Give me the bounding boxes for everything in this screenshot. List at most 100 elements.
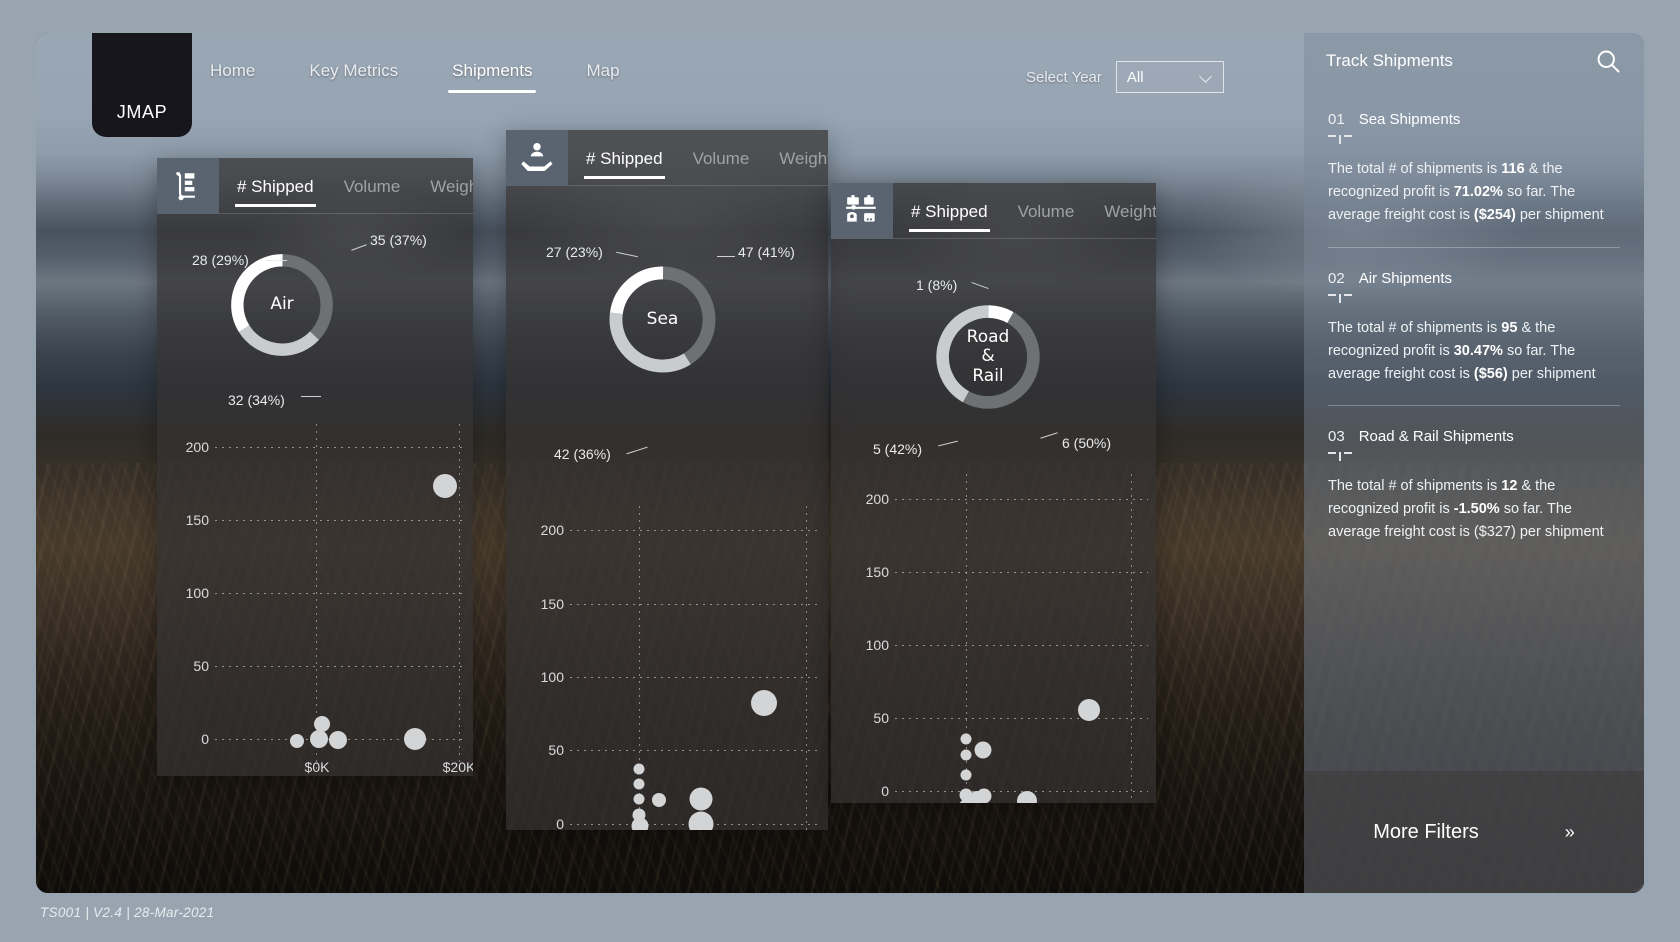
plot-sea-point[interactable]	[751, 690, 777, 716]
avg-freight-cost: ($254)	[1473, 206, 1516, 223]
plot-road-rail[interactable]: 200 150 100 50 0	[831, 439, 1156, 803]
card-road-rail-tab-volume[interactable]: Volume	[1016, 186, 1077, 236]
list-item[interactable]: 01 Sea Shipments The total # of shipment…	[1328, 89, 1620, 248]
donut-road-rail-leader-1	[971, 281, 989, 290]
plot-air-ytick-150: 150	[185, 512, 209, 528]
plot-sea-ytick-100: 100	[540, 669, 564, 685]
shipment-summary-heading: 03 Road & Rail Shipments	[1328, 428, 1620, 445]
card-sea-tab-shipped[interactable]: # Shipped	[584, 133, 665, 183]
plot-sea-point[interactable]	[633, 763, 645, 775]
plot-air-gridline	[215, 447, 465, 448]
card-air-tab-shipped[interactable]: # Shipped	[235, 161, 316, 211]
plot-air-point[interactable]	[310, 730, 328, 748]
plot-sea-gridline-v	[806, 506, 807, 830]
card-road-rail-header-divider	[893, 238, 1156, 239]
donut-air-leader-3	[301, 396, 321, 397]
year-select[interactable]: All	[1115, 61, 1224, 93]
shipment-summary-text: The total # of shipments is 116 & the re…	[1328, 161, 1604, 223]
shipment-count: 12	[1501, 478, 1518, 495]
shipment-count: 116	[1501, 161, 1525, 177]
plot-road-rail-ytick-100: 100	[865, 637, 889, 653]
plot-air-ytick-100: 100	[185, 585, 209, 601]
top-navigation: Home Key Metrics Shipments Map	[206, 55, 624, 93]
nav-item-map[interactable]: Map	[582, 55, 623, 93]
plot-sea-point[interactable]	[652, 793, 666, 807]
donut-sea-leader-1	[717, 256, 735, 257]
donut-air-leader-2	[265, 260, 287, 261]
shipment-summary-text: The total # of shipments is 95 & the rec…	[1328, 319, 1596, 382]
shipment-summary-heading: 02 Air Shipments	[1328, 270, 1620, 287]
app-logo[interactable]: JMAP	[92, 33, 192, 137]
plot-air-gridline	[215, 593, 465, 594]
profit-percent: -1.50%	[1453, 501, 1500, 518]
plot-air-point[interactable]	[290, 734, 304, 748]
plot-sea-point[interactable]	[633, 793, 645, 805]
donut-sea[interactable]: Sea	[601, 258, 724, 381]
card-air-tabs: # Shipped Volume Weight	[219, 158, 473, 214]
card-air-tab-weight[interactable]: Weight	[428, 161, 473, 211]
plot-air-xtick-20k: $20K	[442, 759, 473, 775]
plot-road-rail-gridline	[895, 572, 1148, 573]
plot-road-rail-point[interactable]	[1078, 699, 1100, 721]
list-item[interactable]: 03 Road & Rail Shipments The total # of …	[1328, 406, 1620, 544]
card-road-rail-tab-shipped[interactable]: # Shipped	[909, 186, 990, 236]
shipment-summary-number: 02	[1328, 269, 1345, 287]
plot-air-point[interactable]	[404, 728, 426, 750]
card-road-rail-tabs: # Shipped Volume Weight	[893, 183, 1156, 239]
year-filter-label: Select Year	[1026, 68, 1102, 86]
plot-sea-point[interactable]	[688, 811, 714, 830]
shipment-summary-list: 01 Sea Shipments The total # of shipment…	[1304, 89, 1644, 773]
plot-road-rail-ytick-150: 150	[865, 564, 889, 580]
footer-version: TS001 | V2.4 | 28-Mar-2021	[40, 905, 215, 920]
card-sea-tab-weight[interactable]: Weight	[777, 133, 828, 183]
plot-road-rail-point[interactable]	[1017, 791, 1037, 803]
card-sea-header: # Shipped Volume Weight	[506, 130, 828, 186]
plot-road-rail-point[interactable]	[960, 749, 972, 761]
card-air-header: # Shipped Volume Weight	[157, 158, 473, 214]
shipment-summary-number: 01	[1328, 111, 1345, 128]
card-road-rail-tab-weight[interactable]: Weight	[1102, 186, 1156, 236]
dashboard-root: JMAP Home Key Metrics Shipments Map Sele…	[0, 0, 1680, 942]
plot-road-rail-point[interactable]	[960, 733, 972, 745]
plot-road-rail-point[interactable]	[960, 769, 972, 781]
plot-road-rail-gridline	[895, 645, 1148, 646]
plot-air-gridline-v	[459, 424, 460, 774]
card-sea-tab-volume[interactable]: Volume	[691, 133, 752, 183]
plot-sea-ytick-150: 150	[540, 596, 564, 612]
card-air: # Shipped Volume Weight Air 35 (37%)	[157, 158, 473, 776]
more-filters-label: More Filters	[1373, 820, 1479, 843]
more-filters-button[interactable]: More Filters »	[1304, 771, 1644, 893]
shipment-summary-heading: 01 Sea Shipments	[1328, 111, 1620, 128]
shipment-summary-number: 03	[1328, 428, 1345, 446]
nav-item-shipments[interactable]: Shipments	[448, 55, 537, 93]
plot-road-rail-ytick-50: 50	[873, 710, 889, 726]
nav-item-key-metrics[interactable]: Key Metrics	[305, 55, 402, 93]
search-icon[interactable]	[1594, 47, 1624, 77]
donut-road-rail[interactable]: Road & Rail	[928, 297, 1048, 417]
plot-sea-ytick-200: 200	[540, 522, 564, 538]
donut-sea-label-2: 27 (23%)	[546, 244, 603, 260]
card-sea-header-divider	[568, 185, 828, 186]
plot-air-gridline	[215, 666, 465, 667]
plot-sea-point[interactable]	[633, 778, 645, 790]
donut-sea-leader-2	[616, 251, 638, 258]
card-air-header-divider	[219, 213, 473, 214]
list-item[interactable]: 02 Air Shipments The total # of shipment…	[1328, 248, 1620, 407]
card-air-tab-volume[interactable]: Volume	[342, 161, 403, 211]
plot-sea-gridline	[570, 677, 820, 678]
plot-sea-point[interactable]	[689, 787, 713, 811]
plot-air-point[interactable]	[314, 716, 330, 732]
donut-air-leader-1	[351, 244, 367, 251]
plot-road-rail-gridline	[895, 499, 1148, 500]
plot-sea-point[interactable]	[631, 817, 649, 830]
plot-air-point[interactable]	[433, 474, 457, 498]
plot-air-ytick-200: 200	[185, 439, 209, 455]
donut-road-rail-label-1: 1 (8%)	[916, 277, 958, 293]
hand-package-icon	[506, 130, 568, 186]
plot-air-point[interactable]	[329, 731, 347, 749]
plot-sea[interactable]: 200 150 100 50 0	[506, 476, 828, 830]
nav-item-home[interactable]: Home	[206, 55, 259, 93]
plot-air[interactable]: 200 150 100 50 0 $0K $20K	[157, 414, 473, 776]
shipment-summary-text: The total # of shipments is 12 & the rec…	[1328, 478, 1604, 541]
plot-road-rail-point[interactable]	[974, 741, 992, 759]
